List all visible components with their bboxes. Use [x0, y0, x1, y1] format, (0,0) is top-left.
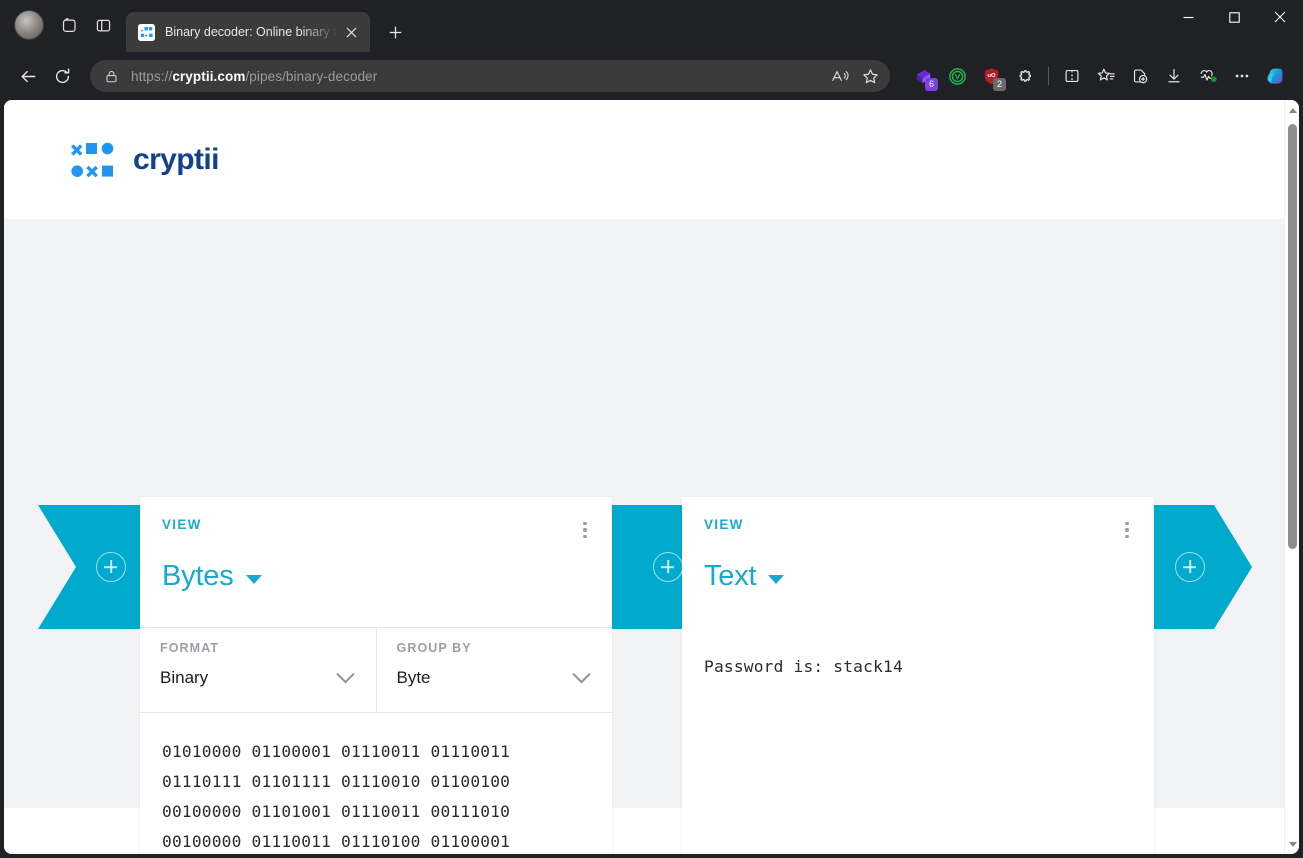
- brick-header: VIEW Bytes: [140, 497, 612, 627]
- add-brick-button-start[interactable]: [38, 505, 154, 629]
- browser-toolbar: https://cryptii.com/pipes/binary-decoder: [0, 52, 1303, 100]
- brick-settings: FORMAT Binary GROUP BY Byte: [140, 627, 612, 713]
- brick-text: VIEW Text Password is: stack14: [682, 497, 1154, 854]
- favorite-star-icon[interactable]: [856, 62, 884, 90]
- lock-icon: [104, 69, 119, 84]
- close-icon[interactable]: [1257, 0, 1303, 34]
- maximize-icon[interactable]: [1211, 0, 1257, 34]
- setting-format[interactable]: FORMAT Binary: [140, 628, 376, 712]
- plus-icon: [1175, 552, 1205, 582]
- favorites-icon[interactable]: [1089, 60, 1123, 92]
- extension-badge-count: 6: [925, 78, 938, 91]
- logo-wordmark: cryptii: [133, 142, 219, 176]
- omnibox-actions: [826, 62, 884, 90]
- add-brick-button-end[interactable]: [1152, 505, 1252, 629]
- site-header: cryptii: [4, 100, 1284, 219]
- new-tab-button[interactable]: [380, 17, 410, 47]
- caret-down-icon: [768, 574, 785, 584]
- extension-green-icon[interactable]: [940, 60, 974, 92]
- settings-more-icon[interactable]: [1225, 60, 1259, 92]
- brick-title: Text: [704, 560, 757, 592]
- brick-header: VIEW Text: [682, 497, 1154, 627]
- setting-value: Byte: [396, 668, 431, 687]
- extension-purple-icon[interactable]: 6: [906, 60, 940, 92]
- refresh-icon[interactable]: [46, 60, 78, 92]
- extension-shield-icon[interactable]: uO 2: [974, 60, 1008, 92]
- plus-icon: [653, 552, 683, 582]
- url-text: https://cryptii.com/pipes/binary-decoder: [131, 68, 378, 84]
- setting-label: GROUP BY: [396, 641, 472, 655]
- kebab-menu-icon[interactable]: [1114, 516, 1140, 544]
- browser-essentials-icon[interactable]: [1191, 60, 1225, 92]
- brick-bytes: VIEW Bytes FORMAT Binary GROUP BY Byte 0…: [140, 497, 612, 854]
- caret-down-icon: [245, 574, 262, 584]
- scrollbar-thumb[interactable]: [1288, 124, 1297, 549]
- brick-type-selector[interactable]: Bytes: [162, 560, 590, 593]
- split-screen-icon[interactable]: [1055, 60, 1089, 92]
- copilot-icon[interactable]: [1259, 60, 1293, 92]
- setting-select-format[interactable]: Binary: [160, 664, 358, 688]
- read-aloud-icon[interactable]: [826, 62, 854, 90]
- window-controls: [1165, 0, 1303, 52]
- tab-close-icon[interactable]: [338, 19, 364, 45]
- setting-select-group-by[interactable]: Byte: [396, 664, 595, 688]
- site-logo[interactable]: cryptii: [70, 140, 219, 180]
- tab-title: Binary decoder: Online binary to: [165, 25, 338, 39]
- downloads-icon[interactable]: [1157, 60, 1191, 92]
- brick-title: Bytes: [162, 560, 234, 592]
- collections-icon[interactable]: [1123, 60, 1157, 92]
- brick-type-selector[interactable]: Text: [704, 560, 1132, 593]
- address-bar[interactable]: https://cryptii.com/pipes/binary-decoder: [90, 60, 890, 92]
- page-scrollbar[interactable]: [1284, 100, 1299, 854]
- extensions-strip: 6 uO 2: [906, 60, 1293, 92]
- setting-group-by[interactable]: GROUP BY Byte: [375, 628, 613, 712]
- tab-strip: Binary decoder: Online binary to: [0, 0, 1303, 52]
- page-viewport: cryptii VIEW Bytes FORMAT Binary GROUP B…: [4, 100, 1299, 854]
- toolbar-divider: [1048, 67, 1049, 85]
- pipe-workspace: VIEW Bytes FORMAT Binary GROUP BY Byte 0…: [4, 219, 1284, 854]
- setting-label: FORMAT: [160, 641, 220, 655]
- tab-actions-icon[interactable]: [86, 8, 120, 42]
- chevron-down-icon: [572, 664, 591, 683]
- kebab-menu-icon[interactable]: [572, 516, 598, 544]
- cryptii-favicon-icon: [138, 23, 155, 41]
- back-icon[interactable]: [12, 60, 44, 92]
- brick-kicker: VIEW: [162, 517, 202, 532]
- brick-kicker: VIEW: [704, 517, 744, 532]
- binary-content-textarea[interactable]: 01010000 01100001 01110011 01110011 0111…: [140, 713, 612, 854]
- workspaces-icon[interactable]: [52, 8, 86, 42]
- tab-strip-left-controls: [8, 0, 120, 52]
- extension-badge-count: 2: [993, 78, 1006, 91]
- cryptii-logo-icon: [70, 140, 116, 180]
- extensions-puzzle-icon[interactable]: [1008, 60, 1042, 92]
- pipe-container: VIEW Bytes FORMAT Binary GROUP BY Byte 0…: [4, 219, 1284, 854]
- scroll-down-arrow-icon[interactable]: [1285, 836, 1299, 852]
- text-content-textarea[interactable]: Password is: stack14: [682, 627, 1154, 702]
- browser-window: Binary decoder: Online binary to https:/…: [0, 0, 1303, 858]
- browser-tab[interactable]: Binary decoder: Online binary to: [126, 12, 370, 52]
- scroll-up-arrow-icon[interactable]: [1285, 102, 1299, 118]
- profile-avatar[interactable]: [14, 10, 44, 40]
- minimize-icon[interactable]: [1165, 0, 1211, 34]
- setting-value: Binary: [160, 668, 209, 687]
- page-content: cryptii VIEW Bytes FORMAT Binary GROUP B…: [4, 100, 1284, 854]
- chevron-down-icon: [335, 664, 355, 683]
- plus-icon: [96, 552, 126, 582]
